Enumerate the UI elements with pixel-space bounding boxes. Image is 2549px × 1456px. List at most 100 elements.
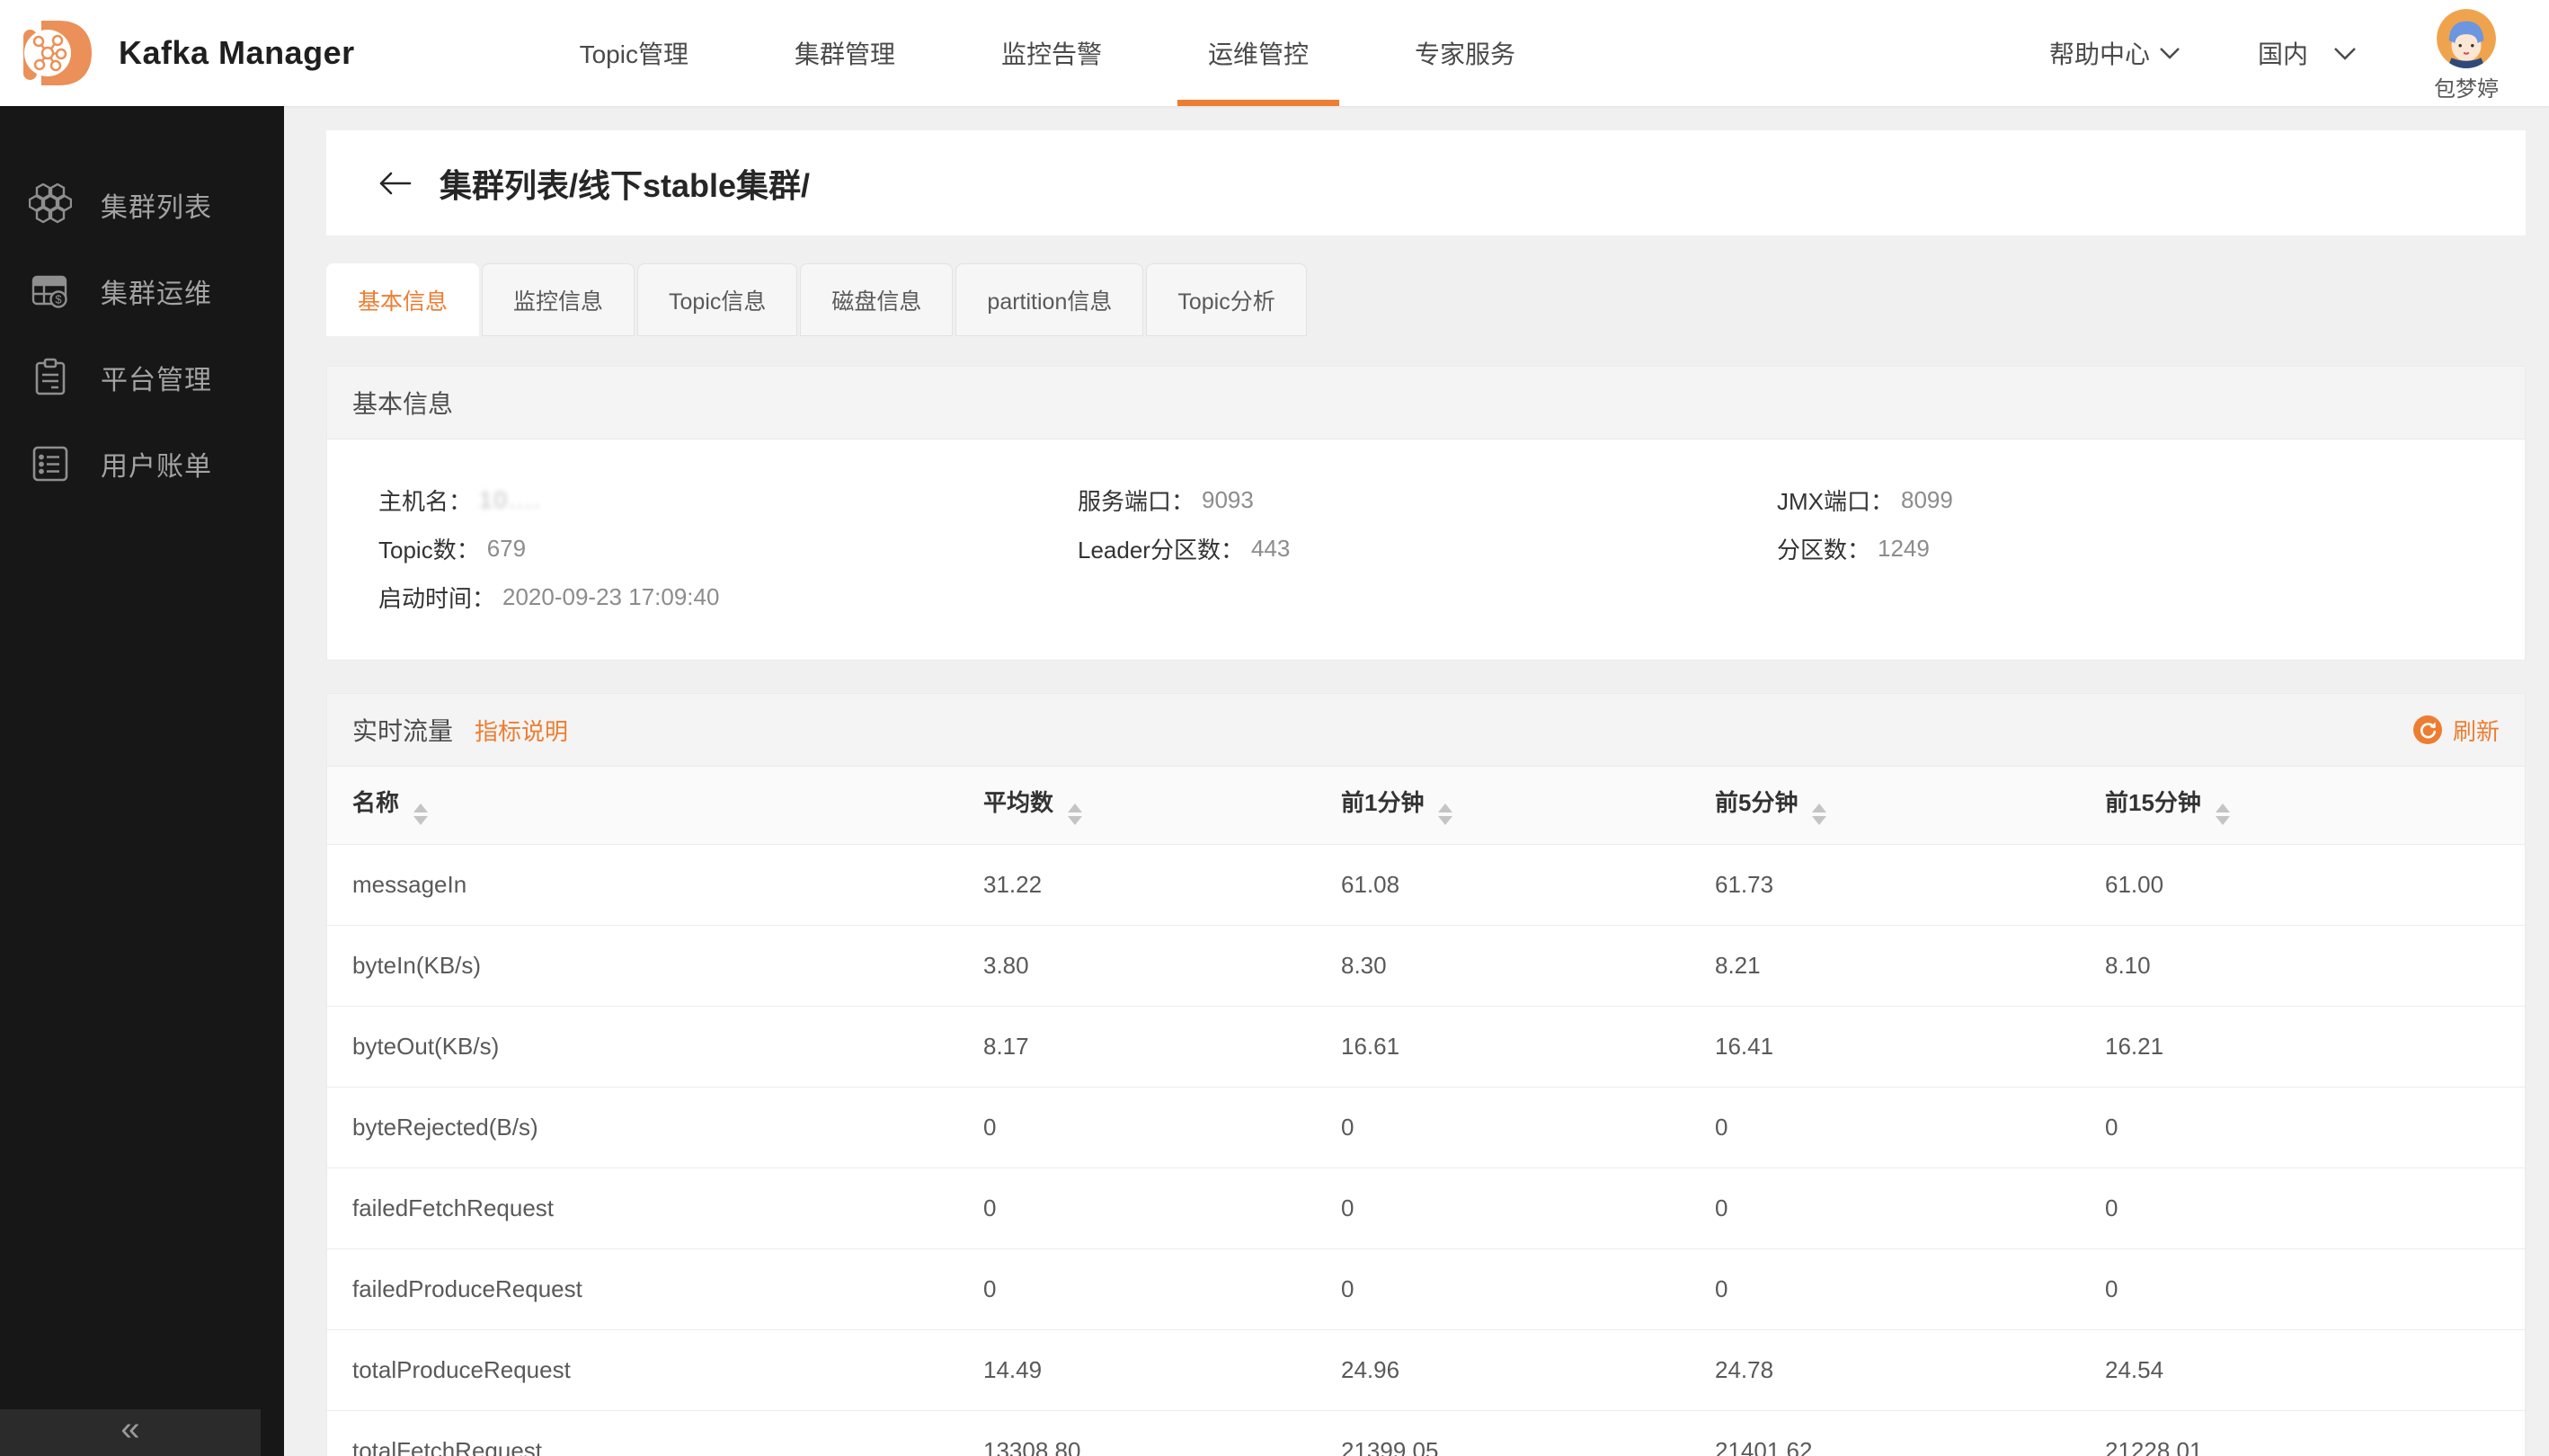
table-row: byteRejected(B/s)0000	[327, 1087, 2525, 1167]
back-arrow-icon	[377, 170, 413, 197]
sort-down-icon	[413, 816, 428, 825]
metric-value-cell: 14.49	[983, 1329, 1341, 1410]
field-label: 主机名：	[378, 484, 472, 517]
metric-value-cell: 0	[1715, 1087, 2105, 1167]
list-icon	[29, 442, 72, 485]
nav-tab-4[interactable]: 专家服务	[1415, 0, 1515, 106]
metric-value-cell: 0	[983, 1087, 1341, 1167]
main-nav: Topic管理 集群管理 监控告警 运维管控 专家服务	[580, 0, 1515, 106]
tab-3[interactable]: 磁盘信息	[800, 263, 953, 336]
sidebar-item-platform-admin[interactable]: 平台管理	[0, 334, 284, 421]
metric-value-cell: 21228.01	[2105, 1410, 2525, 1456]
refresh-button[interactable]: 刷新	[2413, 714, 2500, 747]
column-header-label: 前5分钟	[1715, 789, 1798, 816]
table-row: totalFetchRequest13308.8021399.0521401.6…	[327, 1410, 2525, 1456]
metric-name-cell: byteOut(KB/s)	[327, 1006, 983, 1087]
nav-tab-1[interactable]: 集群管理	[795, 0, 895, 106]
metric-value-cell: 8.21	[1715, 925, 2105, 1006]
app-logo-icon	[20, 15, 95, 91]
column-header-4[interactable]: 前15分钟	[2105, 767, 2525, 844]
column-header-2[interactable]: 前1分钟	[1341, 767, 1715, 844]
tab-5[interactable]: Topic分析	[1146, 263, 1306, 336]
metric-value-cell: 0	[2105, 1087, 2525, 1167]
metrics-help-link[interactable]: 指标说明	[475, 714, 568, 747]
metric-value-cell: 31.22	[983, 844, 1341, 925]
metric-value-cell: 61.73	[1715, 844, 2105, 925]
table-row: totalProduceRequest14.4924.9624.7824.54	[327, 1329, 2525, 1410]
field-label: 服务端口：	[1078, 484, 1195, 517]
sort-down-icon	[1068, 816, 1082, 825]
field-value: 679	[487, 535, 526, 563]
metric-value-cell: 16.61	[1341, 1006, 1715, 1087]
metric-value-cell: 0	[1341, 1087, 1715, 1167]
column-header-label: 前15分钟	[2105, 789, 2201, 816]
nav-tab-2[interactable]: 监控告警	[1001, 0, 1102, 106]
column-header-1[interactable]: 平均数	[983, 767, 1341, 844]
column-header-0[interactable]: 名称	[327, 767, 983, 844]
field-value: 8099	[1901, 486, 1953, 514]
sidebar-item-cluster-ops[interactable]: $集群运维	[0, 248, 284, 334]
metric-value-cell: 13308.80	[983, 1410, 1341, 1456]
user-name: 包梦婷	[2434, 71, 2499, 102]
metric-value-cell: 24.96	[1341, 1329, 1715, 1410]
tab-label: 基本信息	[358, 284, 448, 316]
nav-tab-label: 集群管理	[795, 35, 895, 71]
info-field: Leader分区数：443	[1078, 524, 1777, 573]
collapse-sidebar-button[interactable]: «	[0, 1409, 261, 1456]
sidebar-items: 集群列表$集群运维平台管理用户账单	[0, 106, 284, 507]
sort-up-icon	[1068, 803, 1082, 812]
region-menu[interactable]: 国内	[2258, 35, 2357, 71]
sidebar-item-user-billing[interactable]: 用户账单	[0, 421, 284, 507]
metric-value-cell: 0	[2105, 1248, 2525, 1329]
field-value: 2020-09-23 17:09:40	[502, 583, 719, 611]
field-label: Topic数：	[378, 532, 480, 565]
tab-4[interactable]: partition信息	[955, 263, 1143, 336]
info-field: 主机名：10....	[378, 475, 1078, 524]
user-menu[interactable]: 包梦婷	[2434, 9, 2499, 102]
table-row: byteIn(KB/s)3.808.308.218.10	[327, 925, 2525, 1006]
metric-value-cell: 21401.62	[1715, 1410, 2105, 1456]
metric-name-cell: totalFetchRequest	[327, 1410, 983, 1456]
honeycomb-icon	[29, 183, 72, 226]
sort-icon	[1812, 803, 1826, 825]
page-title: 集群列表/线下stable集群/	[440, 160, 810, 207]
tab-2[interactable]: Topic信息	[637, 263, 797, 336]
field-value: 443	[1251, 535, 1290, 563]
metric-name-cell: failedFetchRequest	[327, 1167, 983, 1248]
header-right: 帮助中心 国内 包梦婷	[2049, 4, 2499, 102]
field-label: Leader分区数：	[1078, 532, 1244, 565]
nav-tab-label: 专家服务	[1415, 35, 1515, 71]
traffic-title: 实时流量	[352, 712, 453, 748]
metric-value-cell: 61.00	[2105, 844, 2525, 925]
back-button[interactable]	[377, 170, 413, 197]
sidebar-item-cluster-list[interactable]: 集群列表	[0, 162, 284, 248]
refresh-label: 刷新	[2453, 714, 2500, 747]
metrics-table: 名称平均数前1分钟前5分钟 前15分钟 messageIn31.2261.0861…	[327, 767, 2525, 1456]
metric-value-cell: 24.54	[2105, 1329, 2525, 1410]
nav-tab-0[interactable]: Topic管理	[580, 0, 688, 106]
tab-label: 监控信息	[513, 284, 603, 316]
metric-value-cell: 8.17	[983, 1006, 1341, 1087]
sort-down-icon	[1438, 816, 1452, 825]
column-header-3[interactable]: 前5分钟	[1715, 767, 2105, 844]
metric-value-cell: 0	[983, 1167, 1341, 1248]
tab-label: Topic分析	[1177, 284, 1274, 316]
metric-value-cell: 8.10	[2105, 925, 2525, 1006]
sort-up-icon	[413, 803, 428, 812]
refresh-icon	[2413, 715, 2442, 744]
sidebar: 集群列表$集群运维平台管理用户账单 «	[0, 106, 284, 1456]
field-value: 10....	[479, 486, 542, 514]
info-field: 分区数：1249	[1777, 524, 2525, 573]
table-row: messageIn31.2261.0861.7361.00	[327, 844, 2525, 925]
field-value: 9093	[1202, 486, 1254, 514]
field-label: 启动时间：	[378, 581, 495, 614]
basic-info-title: 基本信息	[352, 385, 453, 421]
metric-name-cell: byteIn(KB/s)	[327, 925, 983, 1006]
metric-value-cell: 0	[2105, 1167, 2525, 1248]
nav-tab-3[interactable]: 运维管控	[1208, 0, 1309, 106]
help-center-menu[interactable]: 帮助中心	[2049, 35, 2180, 71]
tab-1[interactable]: 监控信息	[482, 263, 635, 336]
tab-0[interactable]: 基本信息	[326, 263, 479, 336]
basic-info-card-header: 基本信息	[327, 367, 2525, 439]
metric-value-cell: 0	[1715, 1248, 2105, 1329]
